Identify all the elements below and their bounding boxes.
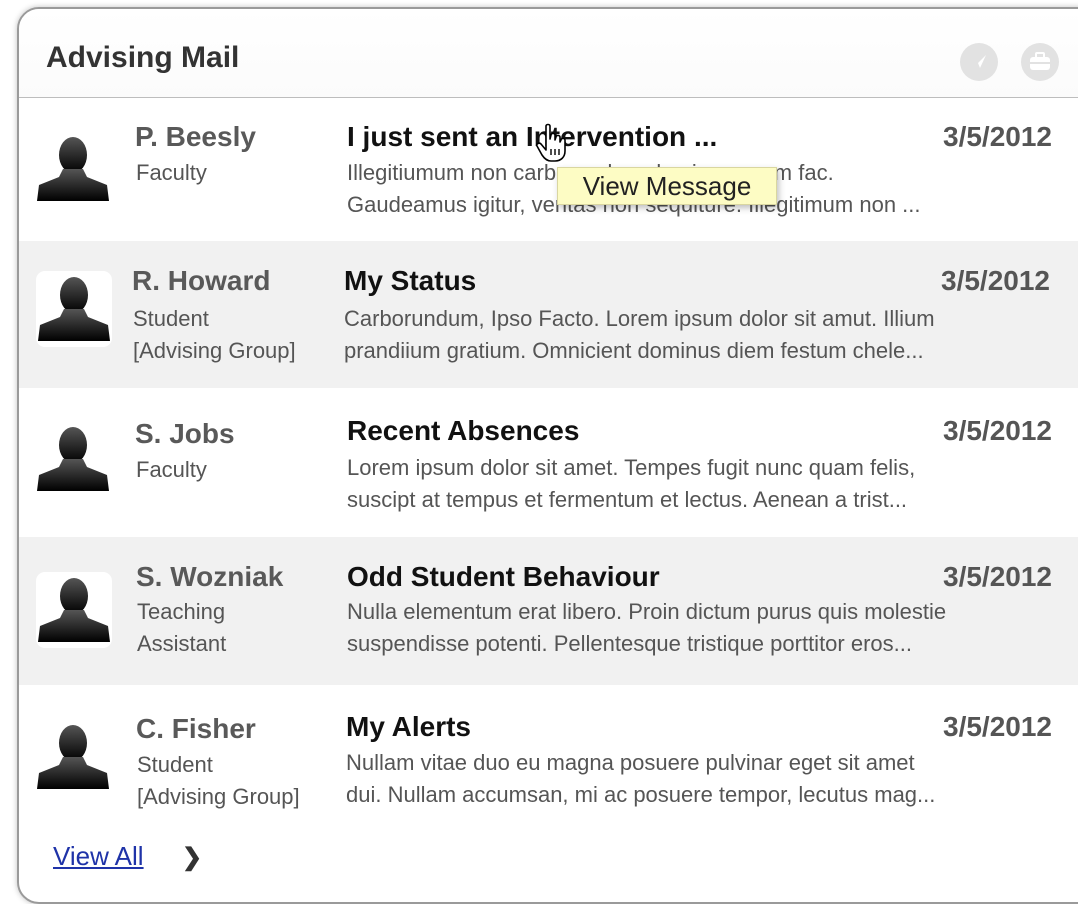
- message-date: 3/5/2012: [941, 265, 1050, 296]
- sender-role: Faculty: [136, 160, 207, 185]
- message-row[interactable]: C. Fisher Student [Advising Group] My Al…: [19, 685, 1078, 825]
- message-row[interactable]: S. Jobs Faculty Recent Absences 3/5/2012…: [19, 388, 1078, 537]
- message-preview-line-2: suscipt at tempus et fermentum et lectus…: [347, 487, 908, 512]
- message-date: 3/5/2012: [943, 711, 1052, 742]
- message-preview-line-2: dui. Nullam accumsan, mi ac posuere temp…: [346, 782, 936, 807]
- avatar: [36, 271, 112, 347]
- briefcase-icon[interactable]: [1021, 43, 1059, 81]
- view-message-tooltip: View Message: [557, 167, 777, 205]
- sender-name: C. Fisher: [136, 713, 256, 744]
- message-date: 3/5/2012: [943, 415, 1052, 446]
- sender-role: Assistant: [137, 631, 227, 656]
- compass-icon[interactable]: [960, 43, 998, 81]
- message-subject[interactable]: Odd Student Behaviour: [347, 561, 660, 593]
- sender-name: S. Wozniak: [136, 561, 284, 592]
- message-preview-line-1: Nulla elementum erat libero. Proin dictu…: [347, 599, 947, 624]
- panel-title: Advising Mail: [46, 41, 240, 74]
- view-all-link[interactable]: View All: [53, 841, 144, 872]
- message-preview-line-1: Lorem ipsum dolor sit amet. Tempes fugit…: [347, 455, 916, 480]
- message-row[interactable]: R. Howard Student [Advising Group] My St…: [19, 241, 1078, 388]
- message-subject[interactable]: I just sent an Intervention ...: [347, 121, 717, 153]
- message-preview-line-1: Carborundum, Ipso Facto. Lorem ipsum dol…: [344, 306, 935, 331]
- sender-name: R. Howard: [132, 265, 271, 296]
- sender-role: [Advising Group]: [133, 338, 296, 363]
- message-row[interactable]: S. Wozniak Teaching Assistant Odd Studen…: [19, 537, 1078, 685]
- avatar: [35, 421, 111, 497]
- sender-role: [Advising Group]: [137, 784, 300, 809]
- avatar: [35, 719, 111, 795]
- message-subject[interactable]: My Alerts: [346, 711, 471, 743]
- sender-role: Faculty: [136, 457, 207, 482]
- message-preview-line-1: Nullam vitae duo eu magna posuere pulvin…: [346, 750, 915, 775]
- hand-cursor-icon: [535, 123, 571, 168]
- chevron-right-icon[interactable]: ❯: [182, 843, 202, 872]
- avatar: [36, 572, 112, 648]
- sender-role: Student: [133, 306, 209, 331]
- sender-role: Teaching: [137, 599, 226, 624]
- message-date: 3/5/2012: [943, 561, 1052, 592]
- message-subject[interactable]: Recent Absences: [347, 415, 579, 447]
- message-row[interactable]: P. Beesly Faculty I just sent an Interve…: [19, 98, 1078, 241]
- avatar: [35, 131, 111, 207]
- message-date: 3/5/2012: [943, 121, 1052, 152]
- message-preview-line-2: suspendisse potenti. Pellentesque tristi…: [347, 631, 912, 656]
- panel-header: Advising Mail: [19, 9, 1078, 98]
- sender-name: P. Beesly: [135, 121, 256, 152]
- sender-role: Student: [137, 752, 213, 777]
- message-preview-line-2: prandiium gratium. Omnicient dominus die…: [344, 338, 924, 363]
- sender-name: S. Jobs: [135, 418, 235, 449]
- message-subject[interactable]: My Status: [344, 265, 476, 297]
